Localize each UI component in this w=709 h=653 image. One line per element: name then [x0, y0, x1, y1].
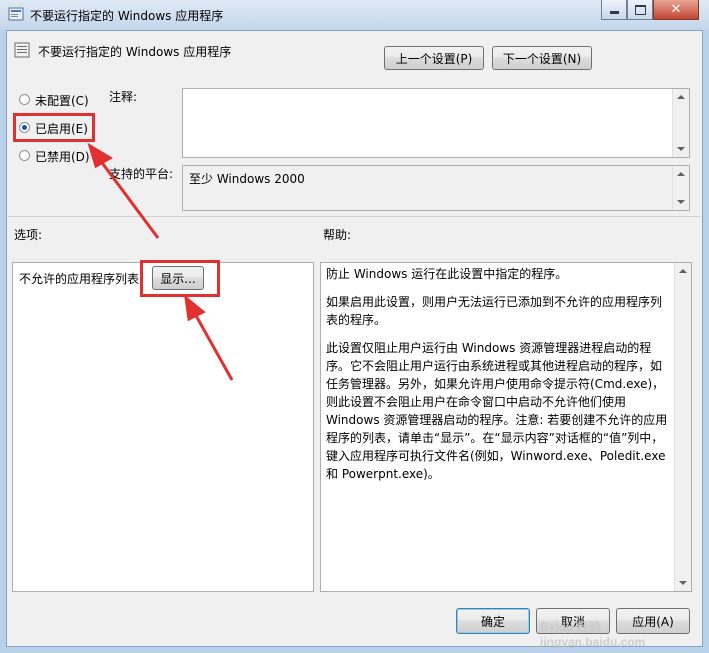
- setting-icon: [14, 42, 30, 58]
- disallowed-apps-list-label: 不允许的应用程序列表: [19, 272, 140, 286]
- window-title: 不要运行指定的 Windows 应用程序: [30, 9, 224, 23]
- comment-label: 注释:: [109, 90, 138, 104]
- close-button[interactable]: ✕: [653, 0, 699, 20]
- scroll-up-icon: [677, 172, 685, 176]
- comment-textarea[interactable]: [182, 88, 690, 158]
- previous-setting-button[interactable]: 上一个设置(P): [384, 46, 484, 70]
- radio-not-configured[interactable]: [19, 94, 30, 105]
- cancel-button-label: 取消: [560, 614, 585, 629]
- minimize-button[interactable]: [601, 0, 627, 20]
- scroll-up-icon: [677, 95, 685, 99]
- help-label: 帮助:: [323, 228, 352, 242]
- supported-platform-label: 支持的平台:: [109, 167, 174, 181]
- close-icon: ✕: [670, 2, 682, 17]
- scroll-up-icon: [679, 269, 687, 273]
- minimize-icon: [609, 11, 619, 14]
- scroll-down-icon: [677, 147, 685, 151]
- scroll-down-icon: [679, 581, 687, 585]
- cancel-button[interactable]: 取消: [536, 608, 610, 634]
- help-text: 防止 Windows 运行在此设置中指定的程序。 如果启用此设置，则用户无法运行…: [322, 262, 674, 592]
- apply-button[interactable]: 应用(A): [616, 608, 690, 634]
- radio-disabled[interactable]: [19, 150, 30, 161]
- policy-title: 不要运行指定的 Windows 应用程序: [38, 45, 232, 59]
- comment-scrollbar[interactable]: [672, 89, 689, 157]
- ok-button[interactable]: 确定: [456, 608, 530, 634]
- supported-scrollbar[interactable]: [672, 166, 689, 210]
- highlight-show-box: [140, 260, 220, 297]
- scroll-down-icon: [677, 200, 685, 204]
- help-paragraph: 如果启用此设置，则用户无法运行已添加到不允许的应用程序列表的程序。: [326, 295, 663, 327]
- next-setting-button[interactable]: 下一个设置(N): [492, 46, 592, 70]
- help-paragraph: 此设置仅阻止用户运行由 Windows 资源管理器进程启动的程序。它不会阻止用户…: [326, 341, 668, 481]
- maximize-icon: [634, 4, 646, 15]
- policy-icon: [8, 7, 24, 21]
- title-bar[interactable]: 不要运行指定的 Windows 应用程序 ✕: [0, 0, 709, 30]
- options-label: 选项:: [14, 228, 43, 242]
- help-paragraph: 防止 Windows 运行在此设置中指定的程序。: [326, 267, 568, 281]
- maximize-button[interactable]: [627, 0, 653, 20]
- previous-setting-label: 上一个设置(P): [395, 51, 473, 66]
- radio-disabled-label: 已禁用(D): [35, 150, 90, 164]
- supported-platform-box: 至少 Windows 2000: [182, 165, 690, 211]
- supported-platform-value: 至少 Windows 2000: [189, 172, 305, 186]
- next-setting-label: 下一个设置(N): [502, 51, 582, 66]
- apply-button-label: 应用(A): [632, 614, 674, 629]
- divider: [8, 216, 701, 217]
- options-panel: [12, 262, 314, 592]
- ok-button-label: 确定: [480, 614, 505, 629]
- highlight-enabled-box: [13, 113, 95, 142]
- radio-not-configured-label: 未配置(C): [35, 94, 89, 108]
- help-scrollbar[interactable]: [674, 263, 691, 591]
